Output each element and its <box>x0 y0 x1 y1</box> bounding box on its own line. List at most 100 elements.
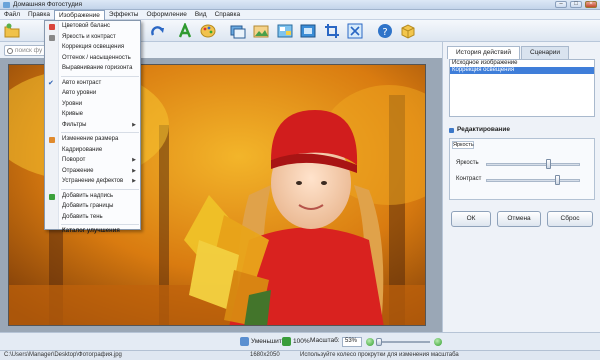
menu-effects[interactable]: Эффекты <box>105 10 143 20</box>
menu-item[interactable]: Каталог улучшения <box>45 227 140 237</box>
minimize-button[interactable]: – <box>555 1 567 8</box>
menu-item-label: Кадрирование <box>62 146 103 153</box>
menu-item[interactable]: Отражение ▶ <box>45 167 140 177</box>
zoom-slider-thumb[interactable] <box>375 338 382 346</box>
menu-item[interactable]: Оттенок / насыщенность <box>45 54 140 64</box>
adjust-panel: Яркость Яркость Контраст <box>449 138 595 200</box>
history-item-selected[interactable]: Коррекция освещения <box>450 67 594 74</box>
box-icon[interactable] <box>400 23 416 39</box>
frames-icon[interactable] <box>230 23 246 39</box>
menu-item-label: Изменение размера <box>62 136 119 142</box>
help-icon[interactable]: ? <box>377 23 393 39</box>
menu-help[interactable]: Справка <box>211 10 245 20</box>
menu-image[interactable]: Изображение <box>53 10 105 20</box>
menu-file[interactable]: Файл <box>0 10 24 20</box>
menu-item-label: Фильтры <box>62 121 87 128</box>
menu-item[interactable]: Изменение размера <box>45 135 140 145</box>
panel-tabs: История действий Сценарии <box>447 46 570 59</box>
menu-item[interactable]: Добавить надпись <box>45 192 140 202</box>
menu-item-label: Уровни <box>62 100 83 107</box>
text-tool-icon[interactable] <box>177 23 193 39</box>
menu-item[interactable]: Кадрирование <box>45 146 140 156</box>
submenu-arrow-icon: ▶ <box>132 157 136 163</box>
right-panel: История действий Сценарии Исходное изобр… <box>442 42 600 332</box>
menu-edit[interactable]: Правка <box>24 10 54 20</box>
submenu-arrow-icon: ▶ <box>132 121 136 128</box>
shrink-button[interactable]: Уменьшить <box>240 337 285 346</box>
open-icon[interactable] <box>4 23 20 39</box>
menu-item-label: Яркость и контраст <box>62 33 116 40</box>
cancel-button[interactable]: Отмена <box>497 211 541 227</box>
menu-item-label: Добавить границы <box>62 203 114 209</box>
menu-view[interactable]: Вид <box>191 10 211 20</box>
ok-button[interactable]: ОК <box>451 211 491 227</box>
brightness-slider-thumb[interactable] <box>546 159 552 169</box>
tab-scenarios[interactable]: Сценарии <box>521 46 570 59</box>
submenu-arrow-icon: ▶ <box>132 178 136 184</box>
menu-item-label: Авто уровни <box>62 90 97 96</box>
zoom-in-icon[interactable] <box>434 338 442 346</box>
redo-icon[interactable] <box>150 23 166 39</box>
menu-item[interactable]: Фильтры ▶ <box>45 121 140 131</box>
tab-history[interactable]: История действий <box>447 46 520 59</box>
search-placeholder: поиск фу <box>15 47 43 54</box>
submenu-arrow-icon: ▶ <box>132 167 136 174</box>
brightness-row: Яркость <box>450 159 596 169</box>
close-button[interactable]: × <box>585 1 597 8</box>
maximize-button[interactable]: □ <box>570 1 582 8</box>
menu-separator <box>61 224 139 225</box>
zoom-slider[interactable] <box>376 341 430 343</box>
app-icon <box>3 2 10 8</box>
subtab-brightness[interactable]: Яркость <box>452 141 474 149</box>
status-bar: C:\Users\Manager\Desktop\Фотография.jpg … <box>0 350 600 360</box>
menu-item[interactable]: Уровни <box>45 100 140 110</box>
menu-item[interactable]: Выравнивание горизонта <box>45 64 140 74</box>
status-hint: Используйте колесо прокрутки для изменен… <box>300 352 459 358</box>
contrast-slider[interactable] <box>486 179 580 182</box>
menu-item[interactable]: Кривые <box>45 110 140 120</box>
menu-item[interactable]: Яркость и контраст <box>45 33 140 43</box>
menu-item[interactable]: Добавить тень <box>45 213 140 223</box>
contrast-slider-thumb[interactable] <box>555 175 561 185</box>
collage-icon[interactable] <box>277 23 293 39</box>
crop-icon[interactable] <box>324 23 340 39</box>
menu-item-label: Выравнивание горизонта <box>62 65 133 71</box>
menu-item[interactable]: Поворот ▶ <box>45 156 140 166</box>
menu-item-label: Добавить тень <box>62 213 103 220</box>
actual-size-button[interactable]: 100% <box>282 337 310 346</box>
zoom-out-icon[interactable] <box>366 338 374 346</box>
reset-button[interactable]: Сброс <box>547 211 593 227</box>
menu-item-label: Добавить надпись <box>62 192 114 199</box>
edit-panel-title: Редактирование <box>447 126 597 136</box>
menu-design[interactable]: Оформление <box>142 10 190 20</box>
actual-size-label: 100% <box>293 338 310 345</box>
zoom-fit-icon[interactable] <box>347 23 363 39</box>
menu-item[interactable]: Коррекция освещения <box>45 43 140 53</box>
menu-bar: Файл Правка Изображение Эффекты Оформлен… <box>0 10 600 20</box>
brightness-label: Яркость <box>456 160 479 166</box>
menu-item[interactable]: Цветовой баланс <box>45 22 140 32</box>
text-icon <box>49 193 55 200</box>
shrink-label: Уменьшить <box>251 338 286 345</box>
svg-text:?: ? <box>382 27 387 38</box>
image-menu-dropdown: Цветовой баланс Яркость и контраст Коррекц… <box>44 20 141 234</box>
palette-icon[interactable] <box>200 23 216 39</box>
menu-item-label: Каталог улучшения <box>62 228 120 234</box>
brightness-contrast-icon <box>49 34 55 41</box>
menu-item-label: Поворот <box>62 157 86 163</box>
menu-item[interactable]: Устранение дефектов ▶ <box>45 177 140 187</box>
menu-separator <box>61 132 139 133</box>
brightness-slider[interactable] <box>486 163 580 166</box>
film-icon[interactable] <box>300 23 316 39</box>
menu-item-label: Коррекция освещения <box>62 44 125 50</box>
menu-item-label: Оттенок / насыщенность <box>62 54 131 61</box>
menu-item-label: Кривые <box>62 111 84 117</box>
menu-item[interactable]: ✔ Авто контраст <box>45 79 140 89</box>
scale-value[interactable]: 53% <box>342 337 362 347</box>
menu-item[interactable]: Добавить границы <box>45 202 140 212</box>
history-item[interactable]: Исходное изображение <box>450 60 594 67</box>
menu-separator <box>61 188 139 190</box>
menu-item[interactable]: Авто уровни <box>45 89 140 99</box>
menu-item-label: Устранение дефектов <box>62 178 124 184</box>
photo-icon[interactable] <box>253 23 269 39</box>
